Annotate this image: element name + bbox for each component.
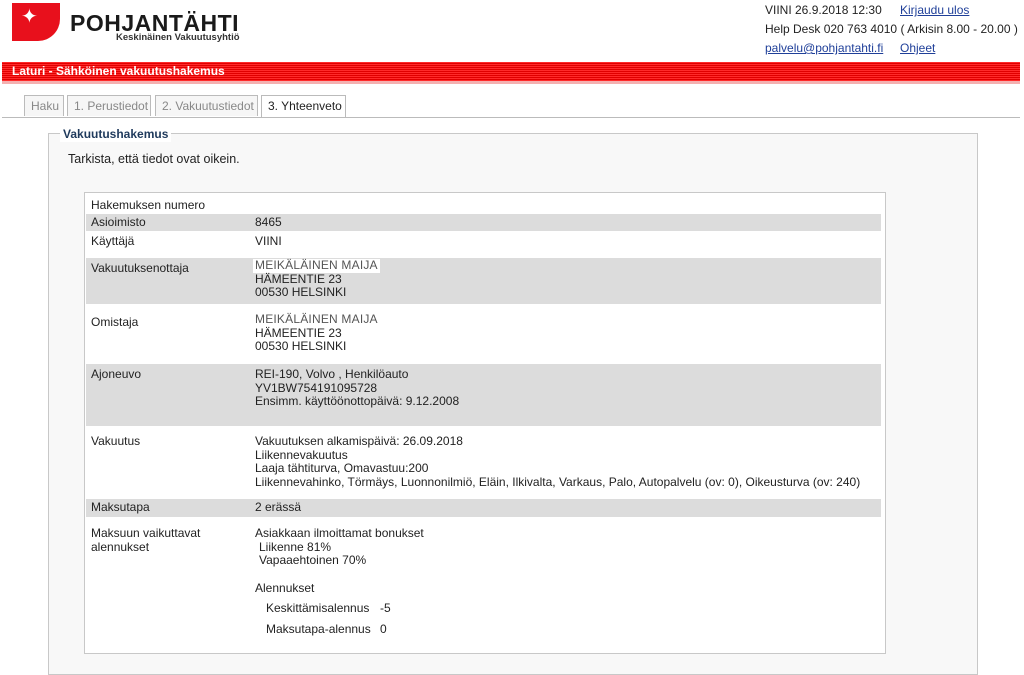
discount-maksutapa-value: 0 bbox=[380, 621, 387, 636]
help-link[interactable]: Ohjeet bbox=[900, 38, 935, 58]
row-maksutapa: Maksutapa 2 erässä bbox=[86, 499, 881, 517]
company-logo: ✦ POHJANTÄHTI Keskinäinen Vakuutusyhtiö bbox=[12, 3, 252, 45]
label-vakuutuksenottaja: Vakuutuksenottaja bbox=[91, 261, 189, 275]
label-alennukset-line2: alennukset bbox=[91, 539, 150, 554]
label-omistaja: Omistaja bbox=[91, 315, 139, 329]
label-alennukset-line1: Maksuun vaikuttavat bbox=[91, 526, 201, 540]
vehicle-description: REI-190, Volvo , Henkilöauto bbox=[255, 367, 409, 381]
tab-yhteenveto[interactable]: 3. Yhteenveto bbox=[261, 95, 346, 117]
vehicle-first-use: Ensimm. käyttöönottopäivä: 9.12.2008 bbox=[255, 394, 460, 408]
insurance-type: Liikennevakuutus bbox=[255, 447, 348, 462]
policyholder-address: HÄMEENTIE 23 bbox=[255, 271, 342, 286]
value-vakuutus: Vakuutuksen alkamispäivä: 26.09.2018 Lii… bbox=[255, 434, 861, 489]
insurance-start-date: Vakuutuksen alkamispäivä: 26.09.2018 bbox=[255, 434, 463, 448]
row-hakemuksen-numero: Hakemuksen numero bbox=[86, 195, 881, 213]
value-kayttaja: VIINI bbox=[255, 234, 282, 248]
label-vakuutus: Vakuutus bbox=[91, 434, 141, 448]
row-asioimisto: Asioimisto 8465 bbox=[86, 214, 881, 231]
value-ajoneuvo: REI-190, Volvo , Henkilöauto YV1BW754191… bbox=[255, 367, 460, 409]
row-omistaja: Omistaja MEIKÄLÄINEN MAIJA HÄMEENTIE 23 … bbox=[86, 310, 881, 360]
discount-keskittamis-label: Keskittämisalennus bbox=[266, 601, 370, 615]
helpdesk-phone: Help Desk 020 763 4010 bbox=[765, 22, 898, 36]
logout-link[interactable]: Kirjaudu ulos bbox=[900, 0, 969, 20]
vehicle-vin: YV1BW754191095728 bbox=[255, 380, 378, 395]
bonus-voluntary: Vapaaehtoinen 70% bbox=[259, 553, 367, 567]
policyholder-name: MEIKÄLÄINEN MAIJA bbox=[253, 258, 380, 273]
title-bar-rule bbox=[2, 81, 1020, 84]
tab-vakuutustiedot[interactable]: 2. Vakuutustiedot bbox=[155, 95, 258, 116]
discount-keskittamis-value: -5 bbox=[380, 601, 391, 615]
app-title-bar: Laturi - Sähköinen vakuutushakemus bbox=[2, 62, 1020, 81]
owner-name: MEIKÄLÄINEN MAIJA bbox=[253, 312, 380, 327]
row-ajoneuvo: Ajoneuvo REI-190, Volvo , Henkilöauto YV… bbox=[86, 364, 881, 426]
discount-row-keskittamis: Keskittämisalennus -5 bbox=[255, 601, 424, 616]
tabs-divider bbox=[2, 117, 1020, 118]
label-kayttaja: Käyttäjä bbox=[91, 234, 135, 248]
insurance-coverage: Laaja tähtiturva, Omavastuu:200 bbox=[255, 461, 429, 475]
tab-haku[interactable]: Haku bbox=[24, 95, 64, 116]
label-hakemuksen-numero: Hakemuksen numero bbox=[91, 198, 206, 212]
insurance-covered-risks: Liikennevahinko, Törmäys, Luonnonilmiö, … bbox=[255, 474, 861, 489]
owner-city: 00530 HELSINKI bbox=[255, 339, 347, 353]
label-asioimisto: Asioimisto bbox=[91, 215, 146, 229]
helpdesk-hours: ( Arkisin 8.00 - 20.00 ) bbox=[900, 22, 1018, 36]
discount-maksutapa-label: Maksutapa-alennus bbox=[266, 621, 371, 636]
panel-legend: Vakuutushakemus bbox=[60, 126, 172, 142]
row-vakuutus: Vakuutus Vakuutuksen alkamispäivä: 26.09… bbox=[86, 431, 881, 495]
discounts-title: Alennukset bbox=[255, 580, 315, 595]
row-vakuutuksenottaja: Vakuutuksenottaja MEIKÄLÄINEN MAIJA HÄME… bbox=[86, 258, 881, 304]
value-asioimisto: 8465 bbox=[255, 215, 282, 229]
instruction-text: Tarkista, että tiedot ovat oikein. bbox=[68, 152, 240, 166]
north-star-logo-icon: ✦ bbox=[12, 3, 60, 41]
user-timestamp: VIINI 26.9.2018 12:30 bbox=[765, 3, 882, 17]
email-link[interactable]: palvelu@pohjantahti.fi bbox=[765, 41, 883, 55]
label-maksutapa: Maksutapa bbox=[91, 500, 150, 514]
owner-address: HÄMEENTIE 23 bbox=[255, 325, 342, 340]
value-alennukset: Asiakkaan ilmoittamat bonukset Liikenne … bbox=[255, 526, 424, 637]
bonus-traffic: Liikenne 81% bbox=[259, 539, 332, 554]
discount-row-maksutapa: Maksutapa-alennus 0 bbox=[255, 621, 424, 637]
row-alennukset: Maksuun vaikuttavat alennukset Asiakkaan… bbox=[86, 524, 881, 648]
policyholder-city: 00530 HELSINKI bbox=[255, 285, 347, 299]
label-ajoneuvo: Ajoneuvo bbox=[91, 367, 142, 381]
bonus-title: Asiakkaan ilmoittamat bonukset bbox=[255, 526, 424, 540]
label-alennukset: Maksuun vaikuttavat alennukset bbox=[91, 526, 201, 554]
logo-subtitle: Keskinäinen Vakuutusyhtiö bbox=[116, 32, 240, 43]
row-kayttaja: Käyttäjä VIINI bbox=[86, 233, 881, 253]
value-maksutapa: 2 erässä bbox=[255, 500, 302, 514]
value-omistaja: MEIKÄLÄINEN MAIJA HÄMEENTIE 23 00530 HEL… bbox=[253, 312, 380, 354]
value-vakuutuksenottaja: MEIKÄLÄINEN MAIJA HÄMEENTIE 23 00530 HEL… bbox=[253, 258, 380, 300]
tab-perustiedot[interactable]: 1. Perustiedot bbox=[67, 95, 151, 116]
